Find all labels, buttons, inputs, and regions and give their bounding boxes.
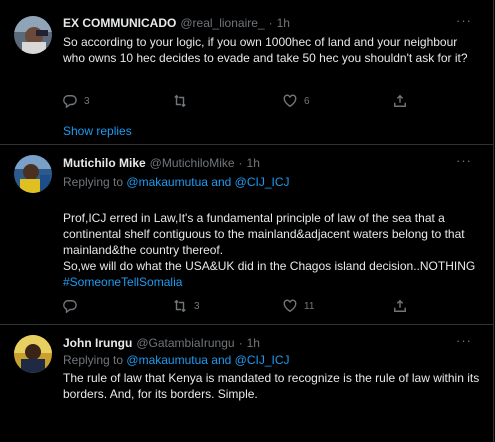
show-replies-link[interactable]: Show replies bbox=[63, 124, 132, 138]
replying-to: Replying to @makaumutua and @CIJ_ICJ bbox=[63, 175, 290, 189]
tweet-text: So according to your logic, if you own 1… bbox=[63, 35, 468, 65]
retweet-icon bbox=[174, 299, 186, 313]
like-button[interactable]: 11 bbox=[283, 299, 358, 313]
more-icon[interactable]: ··· bbox=[456, 13, 472, 28]
tweet-2[interactable]: Mutichilo Mike @MutichiloMike · 1h ··· R… bbox=[0, 145, 494, 325]
replying-label: Replying to bbox=[63, 353, 124, 367]
avatar[interactable] bbox=[14, 335, 52, 373]
avatar[interactable] bbox=[14, 155, 52, 193]
replying-mentions[interactable]: @makaumutua and @CIJ_ICJ bbox=[126, 175, 289, 189]
like-icon bbox=[283, 299, 297, 313]
tweet-body: Prof,ICJ erred in Law,It's a fundamental… bbox=[63, 211, 476, 273]
tweet-header: EX COMMUNICADO @real_lionaire_ · 1h bbox=[63, 16, 290, 30]
share-icon bbox=[394, 299, 406, 312]
reply-button[interactable]: 3 bbox=[63, 94, 138, 108]
separator: · bbox=[268, 16, 273, 30]
tweet-header: Mutichilo Mike @MutichiloMike · 1h bbox=[63, 156, 260, 170]
tweet-1[interactable]: EX COMMUNICADO @real_lionaire_ · 1h ··· … bbox=[0, 0, 494, 145]
tweet-actions: 3 6 bbox=[63, 92, 413, 110]
replying-to: Replying to @makaumutua and @CIJ_ICJ bbox=[63, 353, 290, 367]
author-handle[interactable]: @MutichiloMike bbox=[150, 156, 235, 170]
tweet-text: The rule of law that Kenya is mandated t… bbox=[63, 371, 480, 401]
separator: · bbox=[238, 156, 243, 170]
timestamp[interactable]: 1h bbox=[247, 156, 260, 170]
retweet-icon bbox=[174, 94, 186, 108]
reply-button[interactable] bbox=[63, 299, 138, 313]
avatar[interactable] bbox=[14, 16, 52, 54]
timeline: EX COMMUNICADO @real_lionaire_ · 1h ··· … bbox=[0, 0, 494, 442]
reply-icon bbox=[63, 95, 77, 108]
like-count: 6 bbox=[304, 95, 310, 107]
timestamp[interactable]: 1h bbox=[277, 16, 290, 30]
like-icon bbox=[283, 94, 297, 108]
author-name[interactable]: John Irungu bbox=[63, 336, 132, 350]
author-name[interactable]: EX COMMUNICADO bbox=[63, 16, 176, 30]
retweet-count: 3 bbox=[194, 300, 200, 312]
retweet-button[interactable] bbox=[173, 94, 248, 108]
like-count: 11 bbox=[304, 300, 315, 312]
tweet-3[interactable]: John Irungu @GatambiaIrungu · 1h ··· Rep… bbox=[0, 325, 494, 442]
separator: · bbox=[238, 336, 243, 350]
like-button[interactable]: 6 bbox=[283, 94, 358, 108]
reply-icon bbox=[63, 300, 77, 313]
hashtag-link[interactable]: #SomeoneTellSomalia bbox=[63, 274, 480, 290]
retweet-button[interactable]: 3 bbox=[173, 299, 248, 313]
more-icon[interactable]: ··· bbox=[456, 333, 472, 348]
author-name[interactable]: Mutichilo Mike bbox=[63, 156, 146, 170]
author-handle[interactable]: @real_lionaire_ bbox=[180, 16, 264, 30]
share-button[interactable] bbox=[393, 299, 413, 313]
more-icon[interactable]: ··· bbox=[456, 153, 472, 168]
author-handle[interactable]: @GatambiaIrungu bbox=[136, 336, 234, 350]
timestamp[interactable]: 1h bbox=[247, 336, 260, 350]
replying-mentions[interactable]: @makaumutua and @CIJ_ICJ bbox=[126, 353, 289, 367]
reply-count: 3 bbox=[84, 95, 90, 107]
tweet-actions: 3 11 bbox=[63, 297, 413, 315]
share-button[interactable] bbox=[393, 94, 413, 108]
tweet-header: John Irungu @GatambiaIrungu · 1h bbox=[63, 336, 260, 350]
replying-label: Replying to bbox=[63, 175, 124, 189]
tweet-text: Prof,ICJ erred in Law,It's a fundamental… bbox=[63, 194, 480, 306]
share-icon bbox=[394, 94, 406, 107]
